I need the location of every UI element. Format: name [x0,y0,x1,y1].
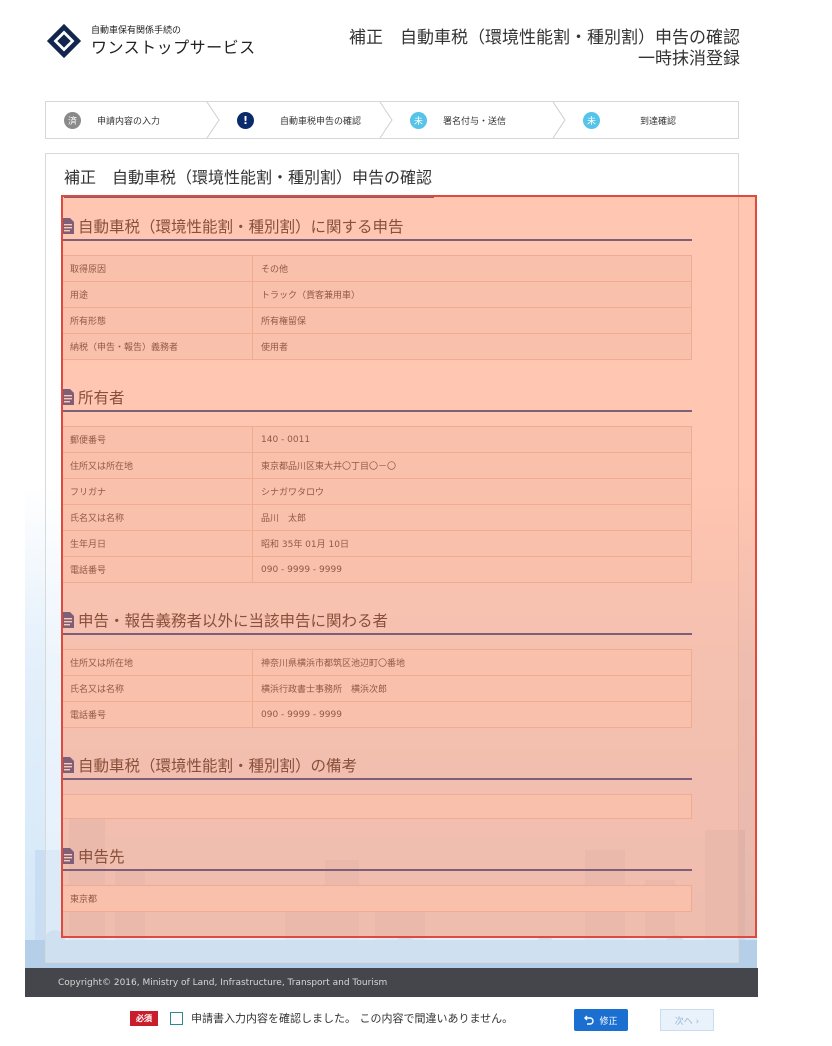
next-button-label: 次へ › [674,1016,700,1027]
next-button[interactable]: 次へ › [660,1009,714,1031]
step-chevron-icon [552,102,566,138]
undo-icon [584,1015,595,1025]
step-chevron-icon [379,102,393,138]
step-input: 済 申請内容の入力 [46,102,220,138]
fix-button[interactable]: 修正 [574,1009,628,1031]
page-title-line2: 一時抹消登録 [638,49,740,69]
step-done-badge: 済 [64,111,81,129]
step-label: 自動車税申告の確認 [280,116,362,127]
step-todo-badge: 未 [583,111,600,129]
page-title: 補正 自動車税（環境性能割・種別割）申告の確認 一時抹消登録 [349,28,740,70]
footer: Copyright© 2016, Ministry of Land, Infra… [25,968,758,997]
step-chevron-icon [206,102,220,138]
step-label: 到達確認 [640,116,677,127]
step-current-badge: ! [237,111,254,129]
highlight-overlay [61,195,757,938]
app-logo[interactable]: 自動車保有関係手続の ワンストップサービス [45,22,256,60]
confirm-bar: 必須 申請書入力内容を確認しました。 この内容で間違いありません。 [130,1010,513,1026]
progress-steps: 済 申請内容の入力 ! 自動車税申告の確認 未 署名付与・送信 未 到達確認 [45,101,739,139]
step-arrival: 未 到達確認 [565,102,738,138]
logo-subtitle: 自動車保有関係手続の [91,25,182,36]
confirm-checkbox[interactable] [170,1011,183,1025]
required-badge: 必須 [130,1010,158,1026]
fix-button-label: 修正 [599,1016,618,1027]
step-label: 申請内容の入力 [97,116,161,127]
page-title-line1: 補正 自動車税（環境性能割・種別割）申告の確認 [349,28,740,48]
confirm-text: 申請書入力内容を確認しました。 この内容で間違いありません。 [191,1012,514,1025]
logo-diamond-icon [46,23,82,59]
step-label: 署名付与・送信 [443,116,507,127]
logo-title: ワンストップサービス [91,37,256,57]
step-confirm: ! 自動車税申告の確認 [219,102,393,138]
panel-title: 補正 自動車税（環境性能割・種別割）申告の確認 [64,164,434,198]
step-todo-badge: 未 [410,111,427,129]
copyright-text: Copyright© 2016, Ministry of Land, Infra… [58,977,388,988]
step-sign: 未 署名付与・送信 [392,102,566,138]
